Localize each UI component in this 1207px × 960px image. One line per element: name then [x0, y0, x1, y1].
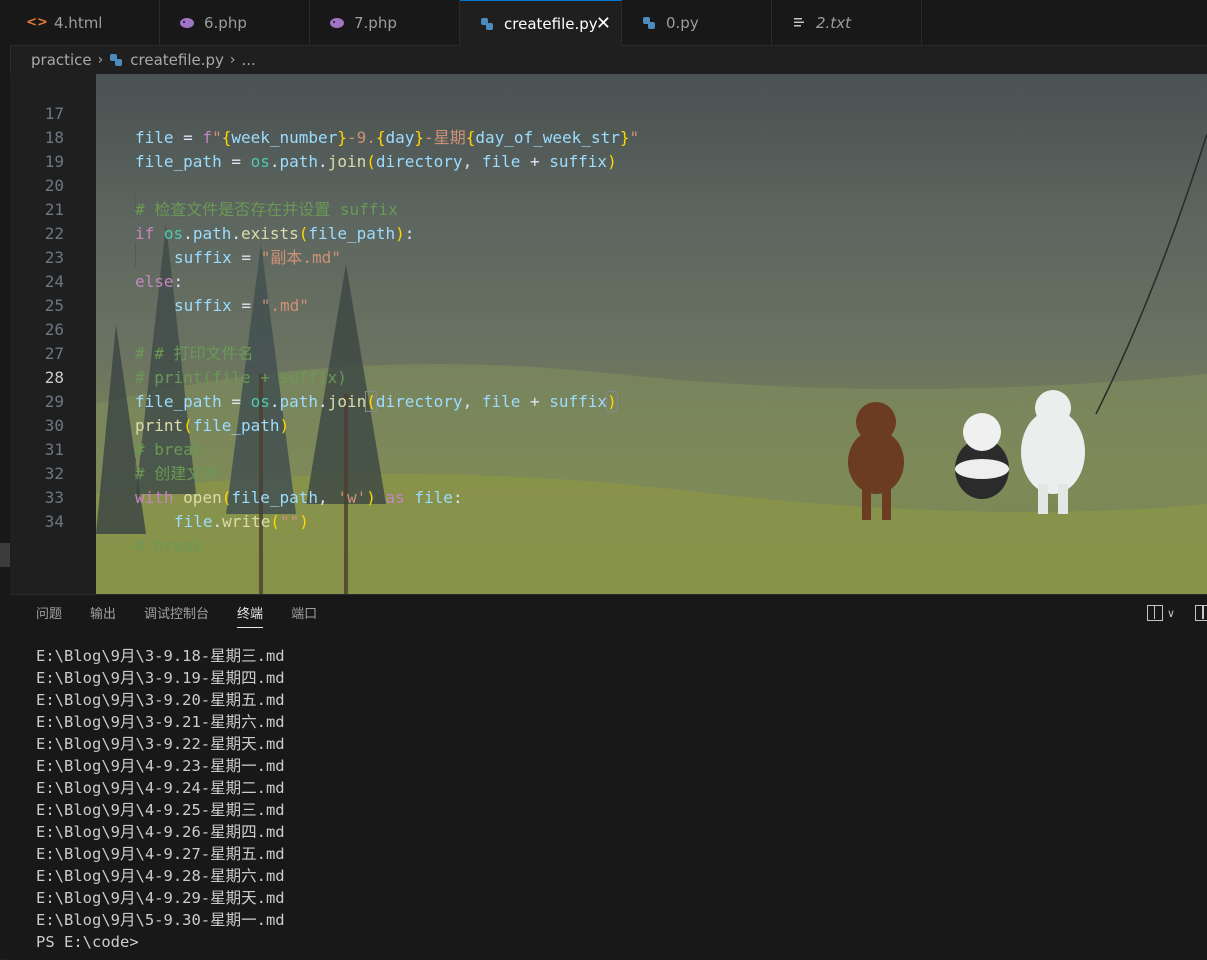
- tab-0-py[interactable]: 0.py: [622, 0, 772, 45]
- panel-tabs: 问题 输出 调试控制台 终端 端口: [10, 595, 345, 635]
- text-file-icon: [790, 17, 808, 29]
- breadcrumb-file[interactable]: createfile.py: [130, 51, 224, 69]
- code-line[interactable]: 23 else:: [10, 222, 1207, 291]
- tab-label: 4.html: [54, 13, 103, 32]
- code-line[interactable]: 17 file = f"{week_number}-9.{day}-星期{day…: [10, 78, 1207, 147]
- code-line-current[interactable]: 28 file_path = os.path.join(directory, f…: [10, 342, 1207, 412]
- terminal-line: E:\Blog\9月\4-9.26-星期四.md: [36, 823, 285, 841]
- terminal-line: E:\Blog\9月\4-9.27-星期五.md: [36, 845, 285, 863]
- terminal-line: E:\Blog\9月\4-9.25-星期三.md: [36, 801, 285, 819]
- code-line[interactable]: 18 file_path = os.path.join(directory, f…: [10, 102, 1207, 171]
- activity-indicator: [0, 543, 10, 567]
- bottom-panel: 问题 输出 调试控制台 终端 端口 ∨ E:\Blog\9月\3-9.18-星期…: [10, 594, 1207, 960]
- terminal-line: E:\Blog\9月\4-9.24-星期二.md: [36, 779, 285, 797]
- close-icon[interactable]: ✕: [596, 13, 611, 34]
- code-line[interactable]: 21 if os.path.exists(file_path):: [10, 174, 1207, 243]
- layout-icon[interactable]: [1195, 605, 1207, 621]
- code-line[interactable]: 24 suffix = ".md": [10, 246, 1207, 315]
- terminal-line: E:\Blog\9月\3-9.19-星期四.md: [36, 669, 285, 687]
- python-file-icon: [109, 53, 123, 67]
- code-line[interactable]: 20 # 检查文件是否存在并设置 suffix: [10, 150, 1207, 219]
- code-line[interactable]: 27 # print(file + suffix): [10, 318, 1207, 387]
- terminal-line: E:\Blog\9月\3-9.20-星期五.md: [36, 691, 285, 709]
- tab-4-html[interactable]: <> 4.html: [10, 0, 160, 45]
- html-file-icon: <>: [26, 15, 48, 30]
- breadcrumb-folder[interactable]: practice: [31, 51, 92, 69]
- line-number: 34: [44, 512, 64, 531]
- terminal-line: E:\Blog\9月\3-9.21-星期六.md: [36, 713, 285, 731]
- terminal-prompt[interactable]: PS E:\code>: [36, 931, 285, 953]
- code-line[interactable]: 22 suffix = "副本.md": [10, 198, 1207, 267]
- code-text: file.write(""): [174, 512, 309, 531]
- tab-label: 0.py: [666, 13, 699, 32]
- tab-terminal[interactable]: 终端: [237, 595, 264, 635]
- panel-actions: ∨: [1141, 605, 1207, 621]
- editor-tab-bar: <> 4.html 6.php 7.php createfile.py ✕ 0.…: [10, 0, 1207, 46]
- tab-problems[interactable]: 问题: [36, 595, 62, 635]
- terminal-line: E:\Blog\9月\4-9.28-星期六.md: [36, 867, 285, 885]
- code-comment: # break: [135, 536, 203, 555]
- tab-label: 6.php: [204, 13, 247, 32]
- tab-label: createfile.py: [504, 14, 598, 33]
- terminal-line: E:\Blog\9月\5-9.30-星期一.md: [36, 911, 285, 929]
- breadcrumb-symbol[interactable]: ...: [242, 51, 256, 69]
- code-line[interactable]: 19: [10, 126, 1207, 171]
- code-line[interactable]: 32 with open(file_path, 'w') as file:: [10, 438, 1207, 507]
- tab-6-php[interactable]: 6.php: [160, 0, 310, 45]
- tab-debug-console[interactable]: 调试控制台: [144, 595, 209, 635]
- terminal-output[interactable]: E:\Blog\9月\3-9.18-星期三.md E:\Blog\9月\3-9.…: [36, 645, 285, 953]
- python-file-icon: [640, 16, 658, 30]
- breadcrumb: practice › createfile.py › ...: [10, 46, 1207, 74]
- code-line[interactable]: 31 # 创建文件: [10, 414, 1207, 483]
- php-file-icon: [178, 17, 196, 29]
- code-editor[interactable]: 17 file = f"{week_number}-9.{day}-星期{day…: [10, 74, 1207, 594]
- tab-2-txt[interactable]: 2.txt: [772, 0, 922, 45]
- python-file-icon: [478, 17, 496, 31]
- tab-label: 7.php: [354, 13, 397, 32]
- tab-createfile-py[interactable]: createfile.py ✕: [460, 0, 622, 46]
- code-line[interactable]: 26 # # 打印文件名: [10, 294, 1207, 363]
- tab-7-php[interactable]: 7.php: [310, 0, 460, 45]
- split-terminal-icon[interactable]: [1146, 605, 1163, 621]
- code-line[interactable]: 29 print(file_path): [10, 366, 1207, 435]
- code-line[interactable]: 34 # break: [10, 486, 1207, 555]
- chevron-right-icon: ›: [229, 52, 236, 68]
- terminal-line: E:\Blog\9月\3-9.18-星期三.md: [36, 647, 285, 665]
- tab-ports[interactable]: 端口: [291, 595, 317, 635]
- tab-output[interactable]: 输出: [90, 595, 116, 635]
- terminal-line: E:\Blog\9月\3-9.22-星期天.md: [36, 735, 285, 753]
- chevron-down-icon[interactable]: ∨: [1167, 607, 1175, 620]
- code-line[interactable]: 30 # break: [10, 390, 1207, 459]
- tab-label: 2.txt: [816, 13, 851, 32]
- code-line[interactable]: 33 file.write(""): [10, 462, 1207, 531]
- chevron-right-icon: ›: [97, 52, 104, 68]
- php-file-icon: [328, 17, 346, 29]
- terminal-line: E:\Blog\9月\4-9.29-星期天.md: [36, 889, 285, 907]
- code-line[interactable]: 25: [10, 270, 1207, 315]
- terminal-line: E:\Blog\9月\4-9.23-星期一.md: [36, 757, 285, 775]
